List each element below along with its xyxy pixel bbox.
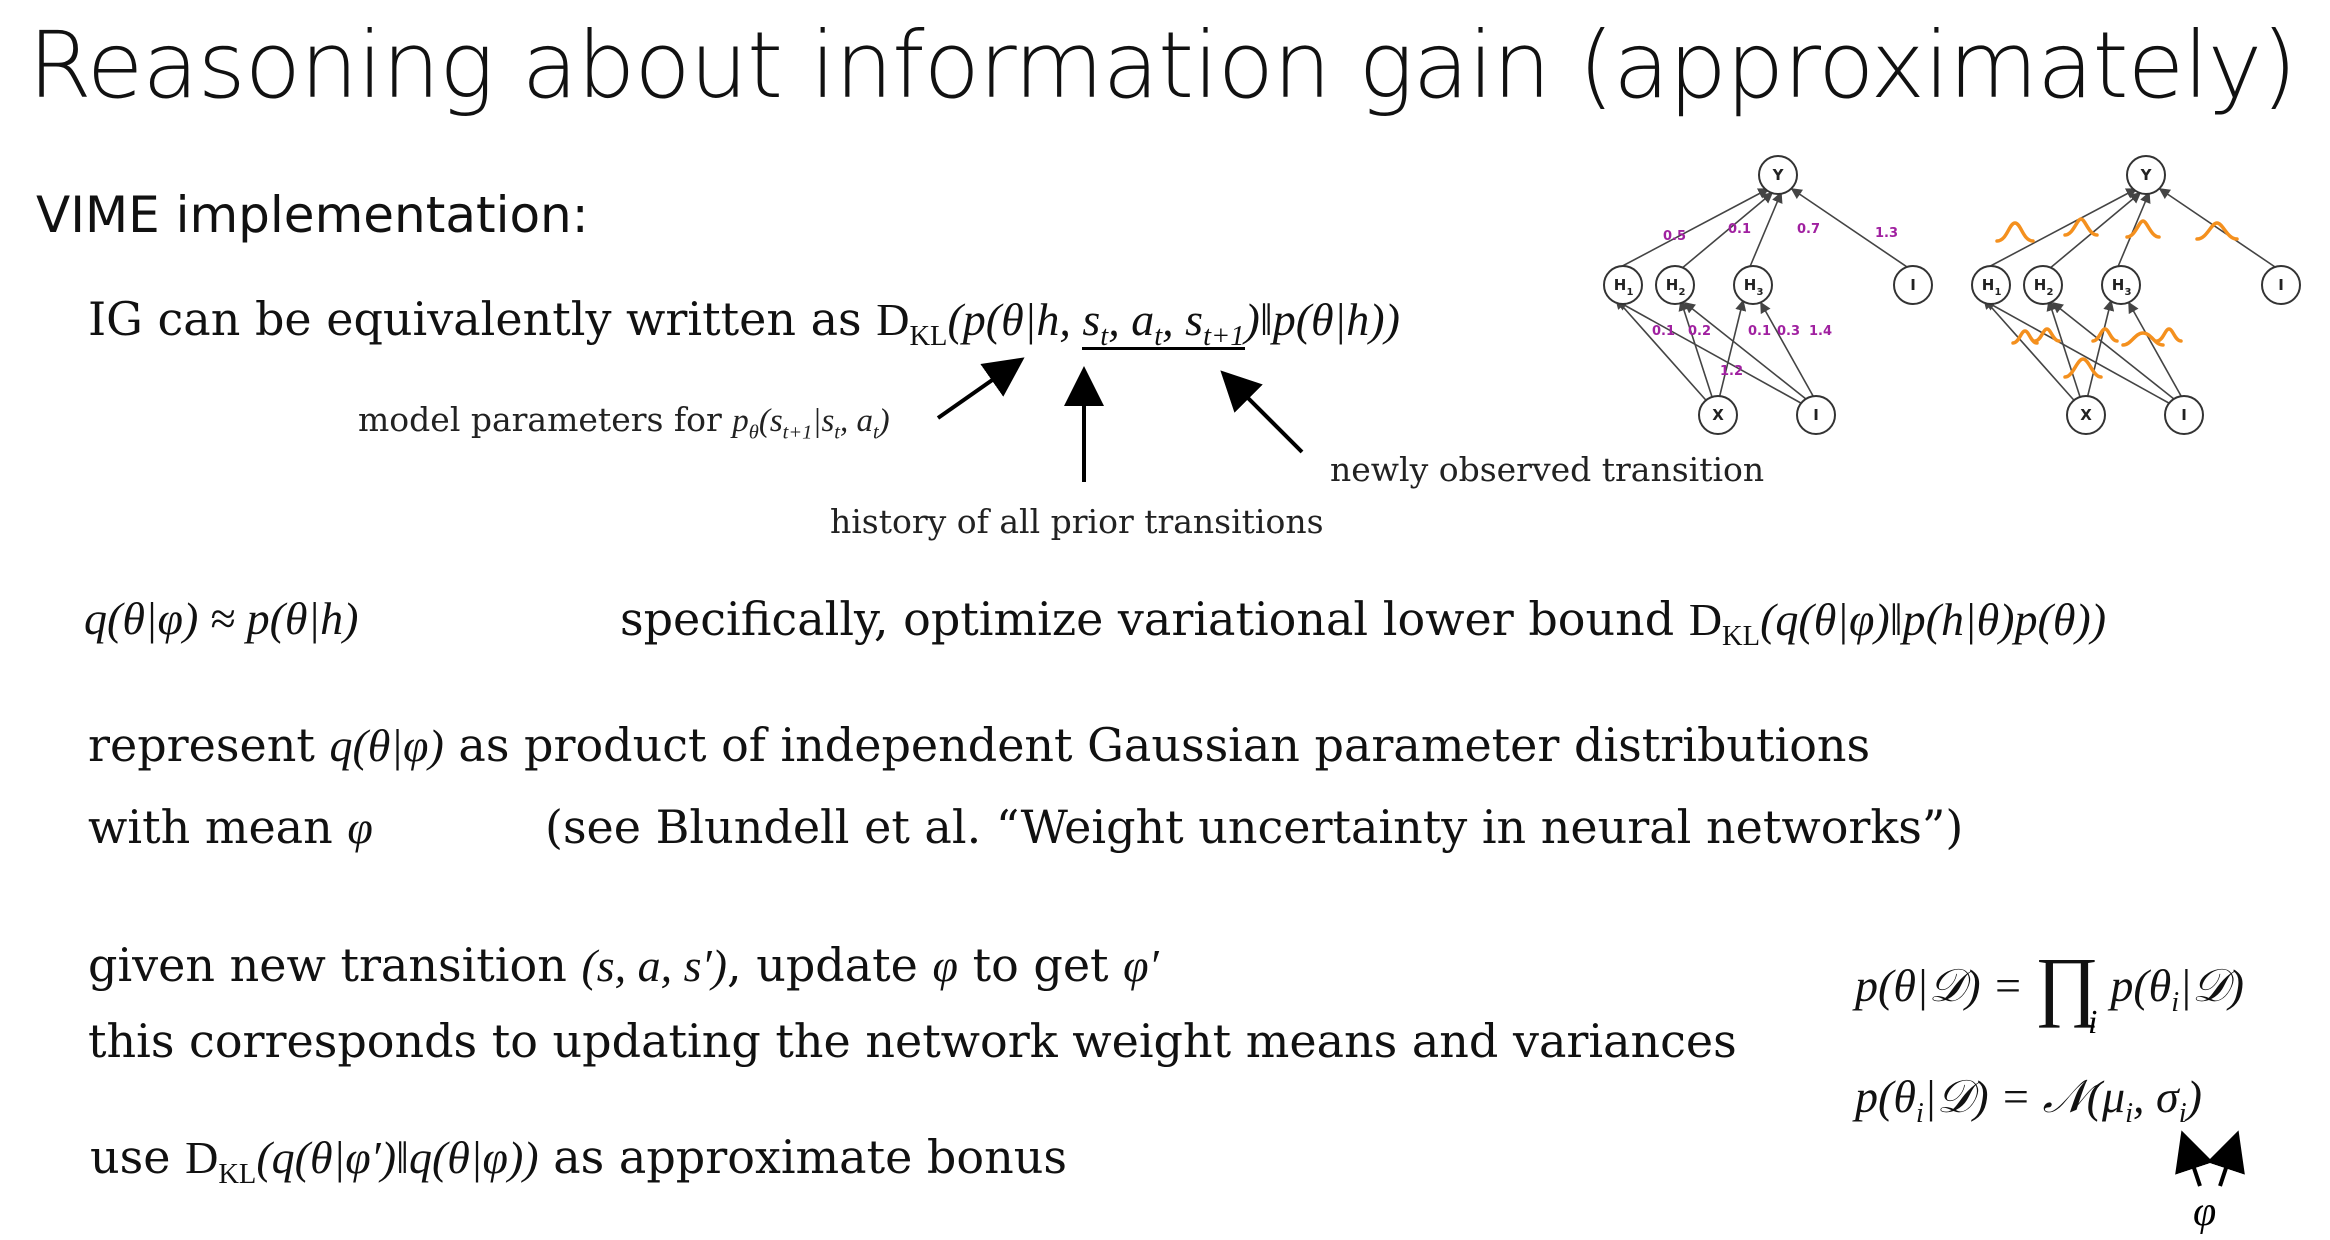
bonus-line: use DKL(q(θ|φ′)‖q(θ|φ)) as approximate b…	[90, 1130, 1067, 1191]
history-annotation: history of all prior transitions	[830, 502, 1324, 541]
node-input-bias: I	[1813, 406, 1819, 424]
arrow-new-transition	[1220, 370, 1304, 454]
weight-labels: 0.5 0.1 0.7 1.3 0.1 0.2 0.1 0.3 1.4 1.2	[1652, 222, 1898, 379]
update-line-1: given new transition (s, a, s′), update …	[88, 938, 1159, 992]
svg-text:0.5: 0.5	[1663, 229, 1686, 244]
node-y: Y	[1772, 166, 1785, 184]
svg-text:I: I	[2181, 406, 2187, 424]
svg-text:2: 2	[2047, 287, 2054, 298]
svg-text:0.1: 0.1	[1748, 324, 1771, 339]
svg-text:1.3: 1.3	[1875, 226, 1898, 241]
svg-text:0.3: 0.3	[1777, 324, 1800, 339]
node-bias: I	[1910, 276, 1916, 294]
represent-line-2: with mean φ	[88, 800, 373, 854]
gaussian-equation: p(θi|𝒟) = 𝒩(μi, σi)	[1855, 1071, 2202, 1130]
svg-text:I: I	[2278, 276, 2284, 294]
svg-text:1: 1	[1995, 287, 2002, 298]
new-transition-annotation: newly observed transition	[1330, 450, 1765, 489]
svg-text:X: X	[2080, 406, 2092, 424]
node-x: X	[1712, 406, 1724, 424]
bayesian-network-diagrams: Y H 1 H 2 H 3 I X I 0.5 0.1 0.7 1.3 0.1 …	[1603, 155, 2301, 435]
arrow-model-params	[936, 357, 1025, 420]
node-h3: H	[1744, 276, 1757, 294]
node-h1: H	[1614, 276, 1627, 294]
svg-text:3: 3	[1757, 287, 1764, 298]
svg-text:H: H	[1982, 276, 1995, 294]
variational-bound-line: specifically, optimize variational lower…	[620, 592, 2107, 653]
node-h2: H	[1666, 276, 1679, 294]
product-index: i	[2088, 1004, 2098, 1041]
svg-text:H: H	[2112, 276, 2125, 294]
svg-text:3: 3	[2125, 287, 2132, 298]
product-equation: p(θ|𝒟) = ∏ p(θi|𝒟)	[1855, 941, 2244, 1028]
update-line-2: this corresponds to updating the network…	[88, 1014, 1737, 1068]
gaussian-network: Y H 1 H 2 H 3 I X I	[1971, 155, 2301, 435]
svg-text:H: H	[2034, 276, 2047, 294]
svg-text:1.4: 1.4	[1809, 324, 1832, 339]
annotation-arrows	[936, 357, 1304, 482]
svg-text:0.1: 0.1	[1652, 324, 1675, 339]
q-approx-formula: q(θ|φ) ≈ p(θ|h)	[84, 593, 359, 644]
svg-text:Y: Y	[2140, 166, 2153, 184]
svg-text:0.2: 0.2	[1688, 324, 1711, 339]
phi-label: φ	[2193, 1189, 2217, 1235]
svg-text:1: 1	[1627, 287, 1634, 298]
blundell-citation: (see Blundell et al. “Weight uncertainty…	[545, 800, 1964, 854]
represent-line-1: represent q(θ|φ) as product of independe…	[88, 718, 1871, 772]
svg-text:0.1: 0.1	[1728, 222, 1751, 237]
svg-text:2: 2	[1679, 287, 1686, 298]
svg-text:1.2: 1.2	[1720, 364, 1743, 379]
network-nodes-left	[1603, 155, 1933, 435]
model-params-annotation: model parameters for pθ(st+1|st, at)	[358, 400, 890, 444]
svg-text:0.7: 0.7	[1797, 222, 1820, 237]
